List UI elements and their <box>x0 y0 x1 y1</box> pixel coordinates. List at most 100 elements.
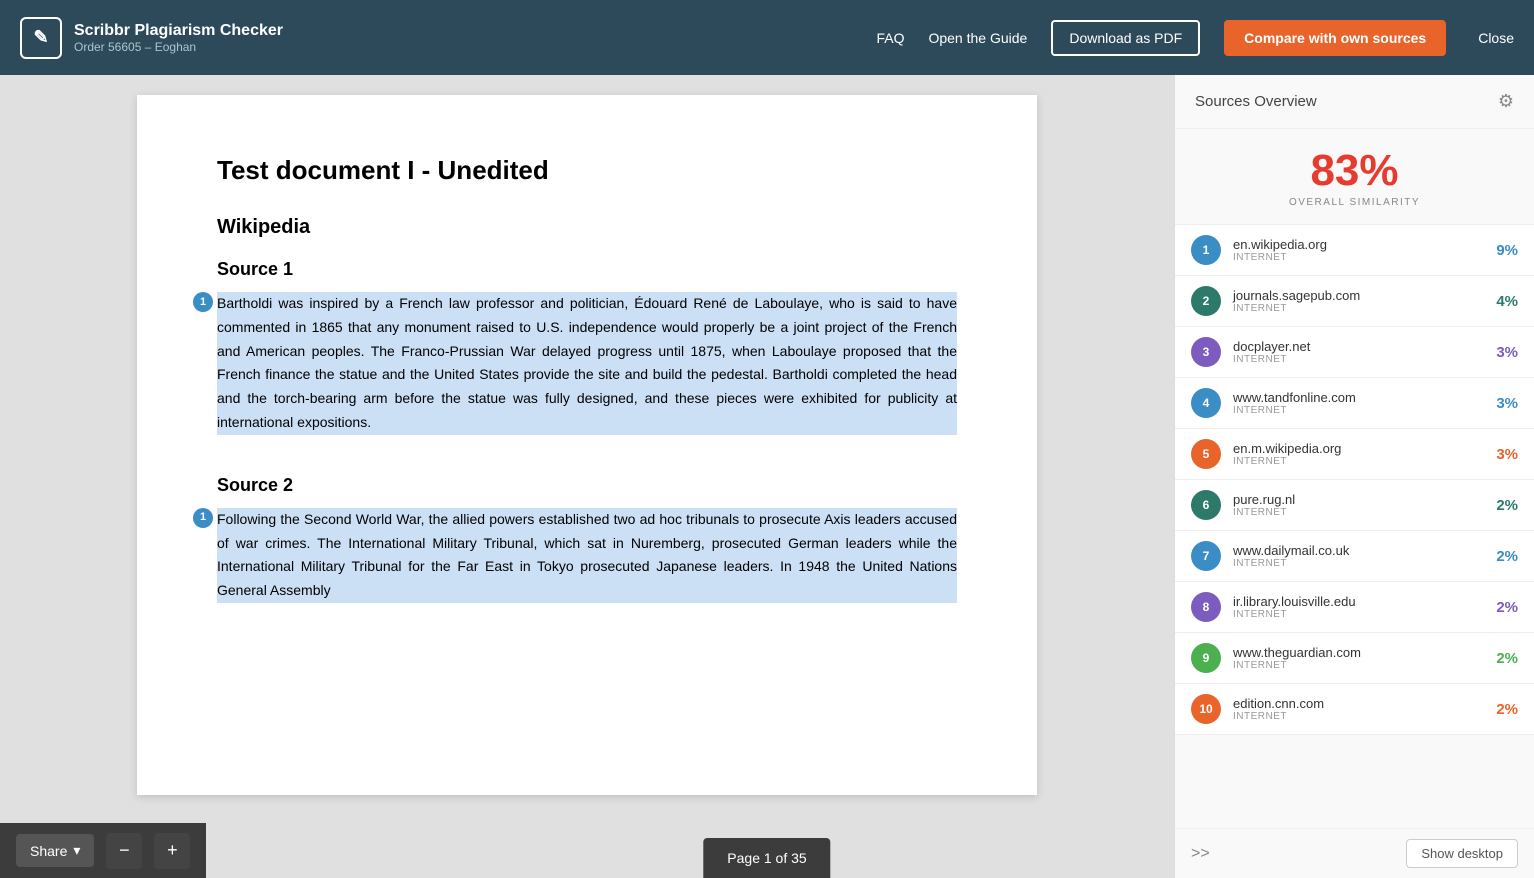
bottom-toolbar: Share ▾ − + <box>0 823 206 878</box>
close-button[interactable]: Close <box>1478 30 1514 46</box>
sidebar-header: Sources Overview ⚙ <box>1175 75 1534 129</box>
page-indicator: Page 1 of 35 <box>703 838 830 878</box>
source-percentage: 3% <box>1496 446 1518 463</box>
similarity-label: OVERALL SIMILARITY <box>1175 197 1534 208</box>
share-button[interactable]: Share ▾ <box>16 834 94 867</box>
source-info: en.wikipedia.org INTERNET <box>1233 237 1496 263</box>
source1-title: Source 1 <box>217 259 957 280</box>
source-number: 6 <box>1191 490 1221 520</box>
similarity-block: 83% OVERALL SIMILARITY <box>1175 129 1534 225</box>
source-domain: en.m.wikipedia.org <box>1233 441 1496 456</box>
source-info: pure.rug.nl INTERNET <box>1233 492 1496 518</box>
source-type: INTERNET <box>1233 456 1496 467</box>
sidebar-bottom: >> Show desktop <box>1175 828 1534 878</box>
compare-sources-button[interactable]: Compare with own sources <box>1224 20 1446 56</box>
source-number: 9 <box>1191 643 1221 673</box>
source-number: 4 <box>1191 388 1221 418</box>
source-list: 1 en.wikipedia.org INTERNET 9% 2 journal… <box>1175 225 1534 828</box>
source2-text: 1 Following the Second World War, the al… <box>217 508 957 603</box>
source-domain: docplayer.net <box>1233 339 1496 354</box>
source-domain: ir.library.louisville.edu <box>1233 594 1496 609</box>
expand-button[interactable]: >> <box>1191 845 1210 863</box>
guide-link[interactable]: Open the Guide <box>928 30 1027 46</box>
source-percentage: 3% <box>1496 395 1518 412</box>
source-number: 5 <box>1191 439 1221 469</box>
similarity-percentage: 83% <box>1175 149 1534 193</box>
source-percentage: 2% <box>1496 650 1518 667</box>
source-type: INTERNET <box>1233 711 1496 722</box>
source-info: en.m.wikipedia.org INTERNET <box>1233 441 1496 467</box>
sources-sidebar: Sources Overview ⚙ 83% OVERALL SIMILARIT… <box>1174 75 1534 878</box>
source-percentage: 2% <box>1496 701 1518 718</box>
source-number: 3 <box>1191 337 1221 367</box>
show-desktop-button[interactable]: Show desktop <box>1406 839 1518 868</box>
source-number: 7 <box>1191 541 1221 571</box>
page-number: Page 1 of 35 <box>727 850 806 866</box>
share-chevron: ▾ <box>73 842 80 859</box>
main-layout: Test document I - Unedited Wikipedia Sou… <box>0 75 1534 878</box>
source-type: INTERNET <box>1233 660 1496 671</box>
source-number: 8 <box>1191 592 1221 622</box>
source-percentage: 9% <box>1496 242 1518 259</box>
source-list-item[interactable]: 5 en.m.wikipedia.org INTERNET 3% <box>1175 429 1534 480</box>
source-type: INTERNET <box>1233 303 1496 314</box>
app-name: Scribbr Plagiarism Checker <box>74 21 283 40</box>
source-list-item[interactable]: 3 docplayer.net INTERNET 3% <box>1175 327 1534 378</box>
source-type: INTERNET <box>1233 507 1496 518</box>
source2-badge[interactable]: 1 <box>193 508 213 528</box>
source-type: INTERNET <box>1233 609 1496 620</box>
source1-text: 1 Bartholdi was inspired by a French law… <box>217 292 957 435</box>
source-list-item[interactable]: 6 pure.rug.nl INTERNET 2% <box>1175 480 1534 531</box>
source-percentage: 2% <box>1496 497 1518 514</box>
source2-title: Source 2 <box>217 475 957 496</box>
source-list-item[interactable]: 9 www.theguardian.com INTERNET 2% <box>1175 633 1534 684</box>
source-list-item[interactable]: 7 www.dailymail.co.uk INTERNET 2% <box>1175 531 1534 582</box>
app-header: ✎ Scribbr Plagiarism Checker Order 56605… <box>0 0 1534 75</box>
logo-text: Scribbr Plagiarism Checker Order 56605 –… <box>74 21 283 54</box>
document-area[interactable]: Test document I - Unedited Wikipedia Sou… <box>0 75 1174 878</box>
share-label: Share <box>30 843 67 859</box>
source-percentage: 2% <box>1496 548 1518 565</box>
source-domain: journals.sagepub.com <box>1233 288 1496 303</box>
document-paper: Test document I - Unedited Wikipedia Sou… <box>137 95 1037 795</box>
document-section: Wikipedia <box>217 216 957 239</box>
source-number: 2 <box>1191 286 1221 316</box>
source-info: www.tandfonline.com INTERNET <box>1233 390 1496 416</box>
source-domain: edition.cnn.com <box>1233 696 1496 711</box>
source-list-item[interactable]: 2 journals.sagepub.com INTERNET 4% <box>1175 276 1534 327</box>
source-info: journals.sagepub.com INTERNET <box>1233 288 1496 314</box>
source-domain: www.dailymail.co.uk <box>1233 543 1496 558</box>
source-list-item[interactable]: 1 en.wikipedia.org INTERNET 9% <box>1175 225 1534 276</box>
source-info: ir.library.louisville.edu INTERNET <box>1233 594 1496 620</box>
source-percentage: 3% <box>1496 344 1518 361</box>
source-info: edition.cnn.com INTERNET <box>1233 696 1496 722</box>
logo-icon: ✎ <box>20 17 62 59</box>
zoom-out-button[interactable]: − <box>106 833 142 869</box>
source-domain: www.tandfonline.com <box>1233 390 1496 405</box>
source-number: 1 <box>1191 235 1221 265</box>
source-type: INTERNET <box>1233 354 1496 365</box>
zoom-in-button[interactable]: + <box>154 833 190 869</box>
source-list-item[interactable]: 8 ir.library.louisville.edu INTERNET 2% <box>1175 582 1534 633</box>
source-type: INTERNET <box>1233 558 1496 569</box>
faq-link[interactable]: FAQ <box>876 30 904 46</box>
source-domain: en.wikipedia.org <box>1233 237 1496 252</box>
source-domain: pure.rug.nl <box>1233 492 1496 507</box>
source-list-item[interactable]: 10 edition.cnn.com INTERNET 2% <box>1175 684 1534 735</box>
header-nav: FAQ Open the Guide Download as PDF Compa… <box>876 20 1514 56</box>
settings-icon[interactable]: ⚙ <box>1498 91 1514 112</box>
source-number: 10 <box>1191 694 1221 724</box>
source-type: INTERNET <box>1233 405 1496 416</box>
logo-area: ✎ Scribbr Plagiarism Checker Order 56605… <box>20 17 856 59</box>
source-info: www.theguardian.com INTERNET <box>1233 645 1496 671</box>
source-percentage: 4% <box>1496 293 1518 310</box>
source-percentage: 2% <box>1496 599 1518 616</box>
source-list-item[interactable]: 4 www.tandfonline.com INTERNET 3% <box>1175 378 1534 429</box>
source-domain: www.theguardian.com <box>1233 645 1496 660</box>
source-info: www.dailymail.co.uk INTERNET <box>1233 543 1496 569</box>
order-info: Order 56605 – Eoghan <box>74 40 283 54</box>
download-pdf-button[interactable]: Download as PDF <box>1051 20 1200 56</box>
source1-badge[interactable]: 1 <box>193 292 213 312</box>
sidebar-title: Sources Overview <box>1195 93 1317 110</box>
document-title: Test document I - Unedited <box>217 155 957 186</box>
